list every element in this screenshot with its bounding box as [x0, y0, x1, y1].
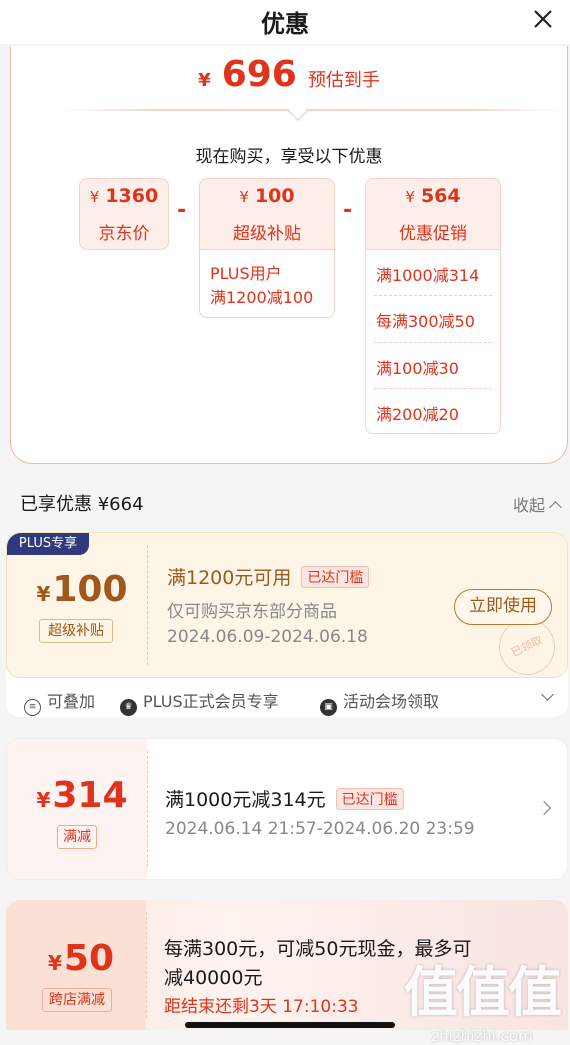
- coupon-perks: ≡ 可叠加 ♛ PLUS正式会员专享 ▣ 活动会场领取: [6, 678, 568, 717]
- jd-price-value: 1360: [105, 185, 159, 207]
- coupon-value: 314: [52, 775, 128, 816]
- coupon-condition-text: 满1000元减314元: [165, 789, 326, 811]
- final-price: 696: [221, 54, 297, 95]
- jd-price-box: ¥1360 京东价: [79, 178, 169, 250]
- super-subsidy-details: PLUS用户 满1200减100: [199, 250, 335, 318]
- currency-symbol: ¥: [405, 188, 415, 206]
- super-subsidy-box: ¥100 超级补贴: [199, 178, 335, 250]
- chevron-right-icon[interactable]: [536, 800, 552, 816]
- divider-notch: [288, 101, 308, 121]
- super-subsidy-value: 100: [254, 185, 295, 207]
- price-breakdown-card: ¥ 696 预估到手 现在购买，享受以下优惠 ¥1360 京东价 - ¥100 …: [10, 46, 568, 464]
- detail-item: 满1000减314: [376, 266, 480, 285]
- coupon-condition: 满1200元可用 已达门槛: [167, 563, 370, 590]
- full-reduction-coupon-card[interactable]: ¥314 满减 满1000元减314元 已达门槛 2024.06.14 21:57…: [6, 738, 568, 880]
- detail-item: 满1200减100: [210, 288, 314, 307]
- perk-plus-member: ♛ PLUS正式会员专享: [120, 688, 279, 716]
- coupon-period: 2024.06.09-2024.06.18: [167, 627, 368, 647]
- promotion-box: ¥564 优惠促销: [365, 178, 501, 250]
- perk-venue: ▣ 活动会场领取: [320, 688, 440, 716]
- enjoyed-discount-title: 已享优惠 ¥664: [20, 494, 144, 515]
- coupon-description: 仅可购买京东部分商品: [167, 602, 337, 622]
- jd-price-label: 京东价: [98, 224, 150, 244]
- home-indicator[interactable]: [185, 1022, 395, 1028]
- coupon-divider: [146, 912, 147, 1018]
- coupon-amount: ¥50: [26, 938, 136, 979]
- coupon-condition: 满1000元减314元 已达门槛: [165, 785, 404, 812]
- collapse-button[interactable]: 收起: [512, 492, 562, 516]
- threshold-reached-badge: 已达门槛: [335, 788, 404, 810]
- dashed-separator: [374, 295, 492, 296]
- dashed-separator: [374, 388, 492, 389]
- ticket-icon: ▣: [320, 699, 337, 716]
- promotion-label: 优惠促销: [399, 224, 467, 244]
- coupon-value: 100: [52, 569, 128, 610]
- coupon-type-tag: 跨店满减: [42, 988, 112, 1012]
- coupon-amount: ¥100: [27, 569, 137, 610]
- coupon-value: 50: [63, 938, 115, 979]
- page-title: 优惠: [261, 10, 309, 38]
- coupon-condition-text: 满1200元可用: [167, 567, 292, 589]
- divider: [61, 109, 561, 111]
- super-subsidy-label: 超级补贴: [233, 224, 301, 244]
- promotion-value: 564: [420, 185, 461, 207]
- coupon-body: PLUS专享 ¥100 超级补贴 满1200元可用 已达门槛 仅可购买京东部分商品…: [6, 532, 568, 685]
- close-icon[interactable]: [530, 6, 556, 32]
- coupon-divider: [147, 545, 148, 665]
- coupon-divider: [147, 751, 148, 867]
- dashed-separator: [374, 342, 492, 343]
- currency-symbol: ¥: [89, 188, 100, 206]
- plus-coupon-card[interactable]: PLUS专享 ¥100 超级补贴 满1200元可用 已达门槛 仅可购买京东部分商品…: [6, 532, 568, 717]
- buy-now-text: 现在购买，享受以下优惠: [195, 147, 383, 167]
- plus-exclusive-badge: PLUS专享: [7, 533, 89, 555]
- currency-symbol: ¥: [198, 70, 211, 91]
- coupon-type-tag: 满减: [57, 825, 97, 849]
- final-price-label: 预估到手: [307, 70, 380, 91]
- promotion-details: 满1000减314 每满300减50 满100减30 满200减20: [365, 250, 501, 434]
- watermark-logo: 值值值: [404, 961, 562, 1024]
- detail-item: 满100减30: [376, 359, 459, 378]
- coupon-amount: ¥314: [27, 775, 137, 816]
- threshold-reached-badge: 已达门槛: [301, 566, 370, 588]
- estimated-price: ¥ 696 预估到手: [11, 54, 567, 95]
- perk-stackable: ≡ 可叠加: [24, 688, 96, 716]
- perk-label: 活动会场领取: [343, 692, 440, 711]
- chevron-down-icon[interactable]: [541, 688, 554, 701]
- perk-label: 可叠加: [47, 692, 96, 711]
- collapse-label: 收起: [512, 496, 545, 515]
- crown-icon: ♛: [120, 699, 137, 716]
- detail-item: 每满300减50: [376, 312, 475, 331]
- chevron-up-icon: [549, 501, 562, 514]
- currency-symbol: ¥: [47, 951, 62, 975]
- detail-item: 满200减20: [376, 405, 459, 424]
- currency-symbol: ¥: [36, 788, 51, 812]
- watermark: 值值值 zhizhizhi.com: [404, 948, 562, 1045]
- currency-symbol: ¥: [239, 188, 249, 206]
- header: 优惠: [0, 0, 570, 44]
- currency-symbol: ¥: [36, 582, 51, 606]
- stack-icon: ≡: [24, 699, 41, 716]
- minus-sign: -: [177, 198, 187, 223]
- perk-label: PLUS正式会员专享: [143, 692, 279, 711]
- minus-sign: -: [343, 198, 353, 223]
- use-now-button[interactable]: 立即使用: [454, 589, 552, 625]
- coupon-type-tag: 超级补贴: [39, 619, 113, 643]
- countdown-timer: 距结束还剩3天 17:10:33: [164, 997, 359, 1017]
- coupon-period: 2024.06.14 21:57-2024.06.20 23:59: [165, 819, 475, 839]
- detail-item: PLUS用户: [210, 264, 282, 283]
